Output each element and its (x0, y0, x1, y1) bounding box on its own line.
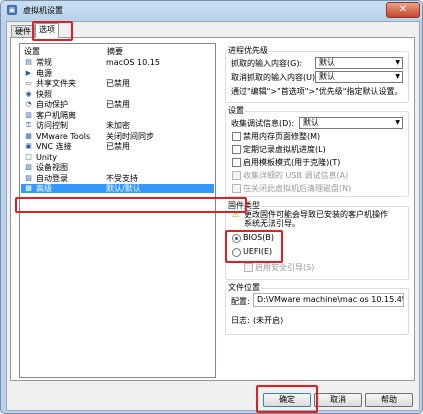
priority-note: 通过"编辑">"首选项">"优先级"指定默认设置。 (231, 87, 403, 96)
list-item-summary: macOS 10.15 (106, 58, 160, 67)
list-item-name: Unity (36, 152, 58, 162)
list-item-name: 快照 (36, 89, 52, 99)
list-item[interactable]: ◔ 自动保护 已禁用 (21, 100, 214, 109)
config-label: 配置: (231, 297, 250, 306)
list-item-name: 电源 (36, 68, 52, 78)
list-item[interactable]: ▭ 共享文件夹 已禁用 (21, 79, 214, 88)
bios-label: BIOS(B) (243, 233, 274, 242)
list-item-name: 客户机隔离 (36, 110, 76, 120)
unity-icon: □ (25, 152, 32, 161)
list-item[interactable]: ▤ 常规 macOS 10.15 (21, 58, 214, 67)
power-icon: ▶ (25, 68, 32, 77)
tab-options[interactable]: 选项 (35, 23, 59, 38)
list-header-setting: 设置 (24, 47, 40, 56)
log-value: (未开启) (253, 316, 284, 325)
autologin-icon: ▨ (25, 173, 32, 182)
close-button[interactable]: ✕ (386, 2, 420, 18)
usb-debug-checkbox[interactable] (232, 171, 241, 180)
shared-folder-icon: ▭ (25, 79, 32, 87)
list-item-summary: 关闭时间同步 (106, 131, 154, 141)
snapshot-icon: ◉ (25, 89, 32, 98)
file-location-title: 文件位置 (227, 282, 261, 293)
window-title: 虚拟机设置 (23, 6, 63, 15)
bios-radio[interactable] (232, 234, 241, 243)
template-mode-checkbox[interactable] (232, 158, 241, 167)
grabbed-input-select[interactable]: 默认 ▼ (315, 57, 403, 69)
options-panel: 设置 摘要 ▤ 常规 macOS 10.15 ▶ 电源 ▭ 共享文件夹 已禁用 ◉ 快照 ◔ 自动保护… (10, 37, 415, 381)
log-progress-label: 定期记录虚拟机进度(L) (243, 145, 326, 154)
list-item[interactable]: ▩ 高级 默认/默认 (21, 184, 214, 193)
settings-group-title: 设置 (227, 105, 245, 116)
grabbed-input-label: 抓取的输入内容(G): (231, 59, 303, 68)
list-item-name: 共享文件夹 (36, 79, 76, 88)
list-item-name: VMware Tools (36, 131, 91, 141)
clean-disk-checkbox[interactable] (232, 184, 241, 193)
list-item-name: 自动登录 (36, 173, 68, 183)
advanced-icon: ▩ (25, 184, 32, 192)
settings-window: ▣ 虚拟机设置 ✕ 硬件 选项 设置 摘要 ▤ 常规 macOS 10.15 ▶ 电源 ▭… (0, 0, 423, 414)
config-path-field[interactable]: D:\VMware machine\mac os 10.15.4\macOS (253, 293, 404, 307)
debug-info-value: 默认 (303, 118, 319, 127)
dialog-client: 硬件 选项 设置 摘要 ▤ 常规 macOS 10.15 ▶ 电源 ▭ 共享文件夹 已禁用 ◉ 快… (6, 21, 420, 413)
secure-boot-checkbox[interactable] (244, 263, 253, 272)
list-item-summary: 已禁用 (106, 79, 130, 88)
autoprotect-icon: ◔ (25, 100, 32, 108)
usb-debug-label: 收集详细的 USB 调试信息(A) (243, 171, 349, 180)
disable-memory-trim-checkbox[interactable] (232, 132, 241, 141)
clean-disk-label: 在关闭此虚拟机后清理磁盘(N) (243, 184, 352, 193)
grabbed-input-value: 默认 (319, 58, 335, 67)
vm-app-icon: ▣ (7, 5, 17, 15)
list-item-summary: 已禁用 (106, 142, 130, 151)
warning-icon: ⚠ (232, 210, 240, 219)
debug-info-select[interactable]: 默认 ▼ (299, 117, 403, 129)
chevron-down-icon: ▼ (395, 59, 400, 66)
list-item-name: 访问控制 (36, 121, 68, 130)
cancel-button[interactable]: 取消 (314, 393, 362, 407)
list-item[interactable]: ◉ 快照 (21, 90, 214, 99)
list-item[interactable]: ▣ VNC 连接 已禁用 (21, 142, 214, 151)
help-button[interactable]: 帮助 (365, 393, 413, 407)
device-view-icon: ▧ (25, 163, 32, 171)
settings-list[interactable]: 设置 摘要 ▤ 常规 macOS 10.15 ▶ 电源 ▭ 共享文件夹 已禁用 ◉ 快照 ◔ 自动保护… (19, 43, 216, 378)
uefi-label: UEFI(E) (243, 247, 273, 256)
ok-button[interactable]: 确定 (263, 393, 311, 407)
chevron-down-icon: ▼ (395, 73, 400, 80)
log-label: 日志: (231, 316, 250, 325)
secure-boot-label: 启用安全引导(S) (255, 263, 315, 272)
list-header-summary: 摘要 (107, 47, 123, 56)
title-bar: ▣ 虚拟机设置 ✕ (1, 1, 422, 19)
debug-info-label: 收集调试信息(D): (231, 119, 295, 128)
list-item-summary: 未加密 (106, 121, 130, 130)
vmware-tools-icon: ▦ (25, 131, 32, 140)
list-item-summary: 默认/默认 (106, 184, 141, 193)
access-control-icon: ⚿ (25, 121, 32, 129)
list-item-summary: 已禁用 (106, 100, 130, 109)
chevron-down-icon: ▼ (395, 119, 400, 126)
list-item-name: 高级 (36, 184, 52, 193)
log-progress-checkbox[interactable] (232, 145, 241, 154)
list-item-name: 设备视图 (36, 163, 68, 172)
vnc-icon: ▣ (25, 142, 32, 150)
list-item-name: 自动保护 (36, 100, 68, 109)
disable-memory-trim-label: 禁用内存页面修整(M) (243, 132, 321, 141)
general-icon: ▤ (25, 58, 32, 66)
list-item[interactable]: □ Unity (21, 153, 214, 162)
list-item-summary: 不受支持 (106, 173, 138, 183)
list-item[interactable]: ▧ 设备视图 (21, 163, 214, 172)
list-item-name: 常规 (36, 58, 52, 67)
list-item[interactable]: ⚿ 访问控制 未加密 (21, 121, 214, 130)
list-item[interactable]: ▦ VMware Tools 关闭时间同步 (21, 132, 214, 141)
template-mode-label: 启用模板模式(用于克隆)(T) (243, 158, 341, 167)
list-item-name: VNC 连接 (36, 142, 72, 151)
firmware-warning: 更改固件可能会导致已安装的客户机操作系统无法引导。 (244, 210, 388, 228)
isolation-icon: ▥ (25, 110, 32, 119)
list-item[interactable]: ▥ 客户机隔离 (21, 111, 214, 120)
ungrabbed-input-select[interactable]: 默认 ▼ (315, 71, 403, 83)
ungrabbed-input-value: 默认 (319, 72, 335, 81)
uefi-radio[interactable] (232, 248, 241, 257)
ungrabbed-input-label: 取消抓取的输入内容(U): (231, 73, 318, 82)
process-priority-title: 进程优先级 (227, 45, 269, 56)
list-item[interactable]: ▶ 电源 (21, 69, 214, 78)
list-item[interactable]: ▨ 自动登录 不受支持 (21, 174, 214, 183)
